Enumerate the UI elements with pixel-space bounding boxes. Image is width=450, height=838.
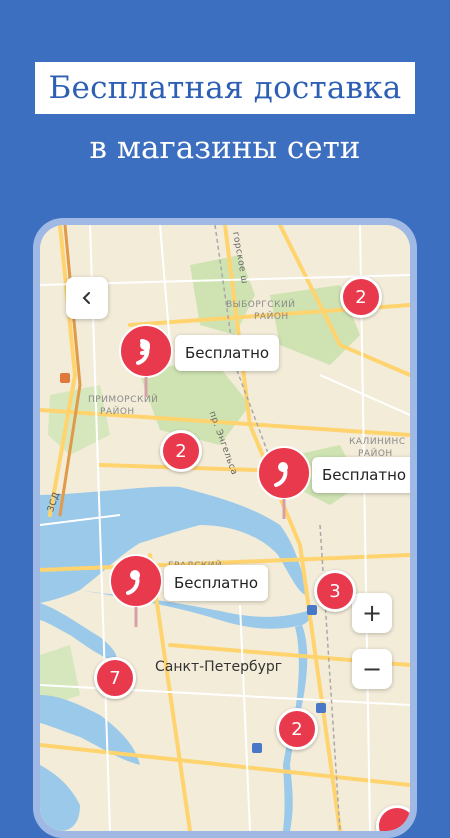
metro-icon — [307, 605, 317, 615]
headline-container: Бесплатная доставка — [0, 62, 450, 114]
zoom-out-button[interactable]: − — [352, 649, 392, 689]
map-label-vyborgsky: ВЫБОРГСКИЙ — [226, 300, 296, 310]
map-label-kalininsky: КАЛИНИНС — [349, 437, 406, 447]
cluster-marker[interactable]: 2 — [276, 708, 318, 750]
cluster-marker[interactable]: 2 — [160, 430, 202, 472]
store-pin-icon[interactable] — [116, 323, 176, 399]
city-label: Санкт-Петербург — [155, 659, 283, 675]
free-delivery-label[interactable]: Бесплатно — [164, 565, 269, 601]
subheadline: в магазины сети — [89, 130, 361, 166]
free-delivery-label[interactable]: Бесплатно — [175, 335, 280, 371]
headline: Бесплатная доставка — [34, 62, 416, 114]
zoom-in-button[interactable]: + — [352, 593, 392, 633]
store-pin-icon[interactable] — [254, 445, 314, 521]
cluster-marker[interactable]: 2 — [340, 276, 382, 318]
phone-frame: ВЫБОРГСКИЙ РАЙОН ПРИМОРСКИЙ РАЙОН КАЛИНИ… — [33, 218, 417, 838]
chevron-left-icon — [82, 292, 90, 304]
cluster-marker[interactable]: 3 — [314, 570, 356, 612]
map-label-vyborgsky-2: РАЙОН — [254, 312, 289, 322]
metro-icon — [252, 743, 262, 753]
cluster-marker[interactable]: 7 — [94, 657, 136, 699]
map-label-primorsky-2: РАЙОН — [100, 407, 135, 417]
store-pin-icon[interactable] — [106, 553, 166, 629]
back-button[interactable] — [66, 277, 108, 319]
fuel-icon — [60, 373, 70, 383]
metro-icon — [316, 703, 326, 713]
map-screen[interactable]: ВЫБОРГСКИЙ РАЙОН ПРИМОРСКИЙ РАЙОН КАЛИНИ… — [40, 225, 410, 831]
free-delivery-label[interactable]: Бесплатно — [312, 457, 410, 493]
